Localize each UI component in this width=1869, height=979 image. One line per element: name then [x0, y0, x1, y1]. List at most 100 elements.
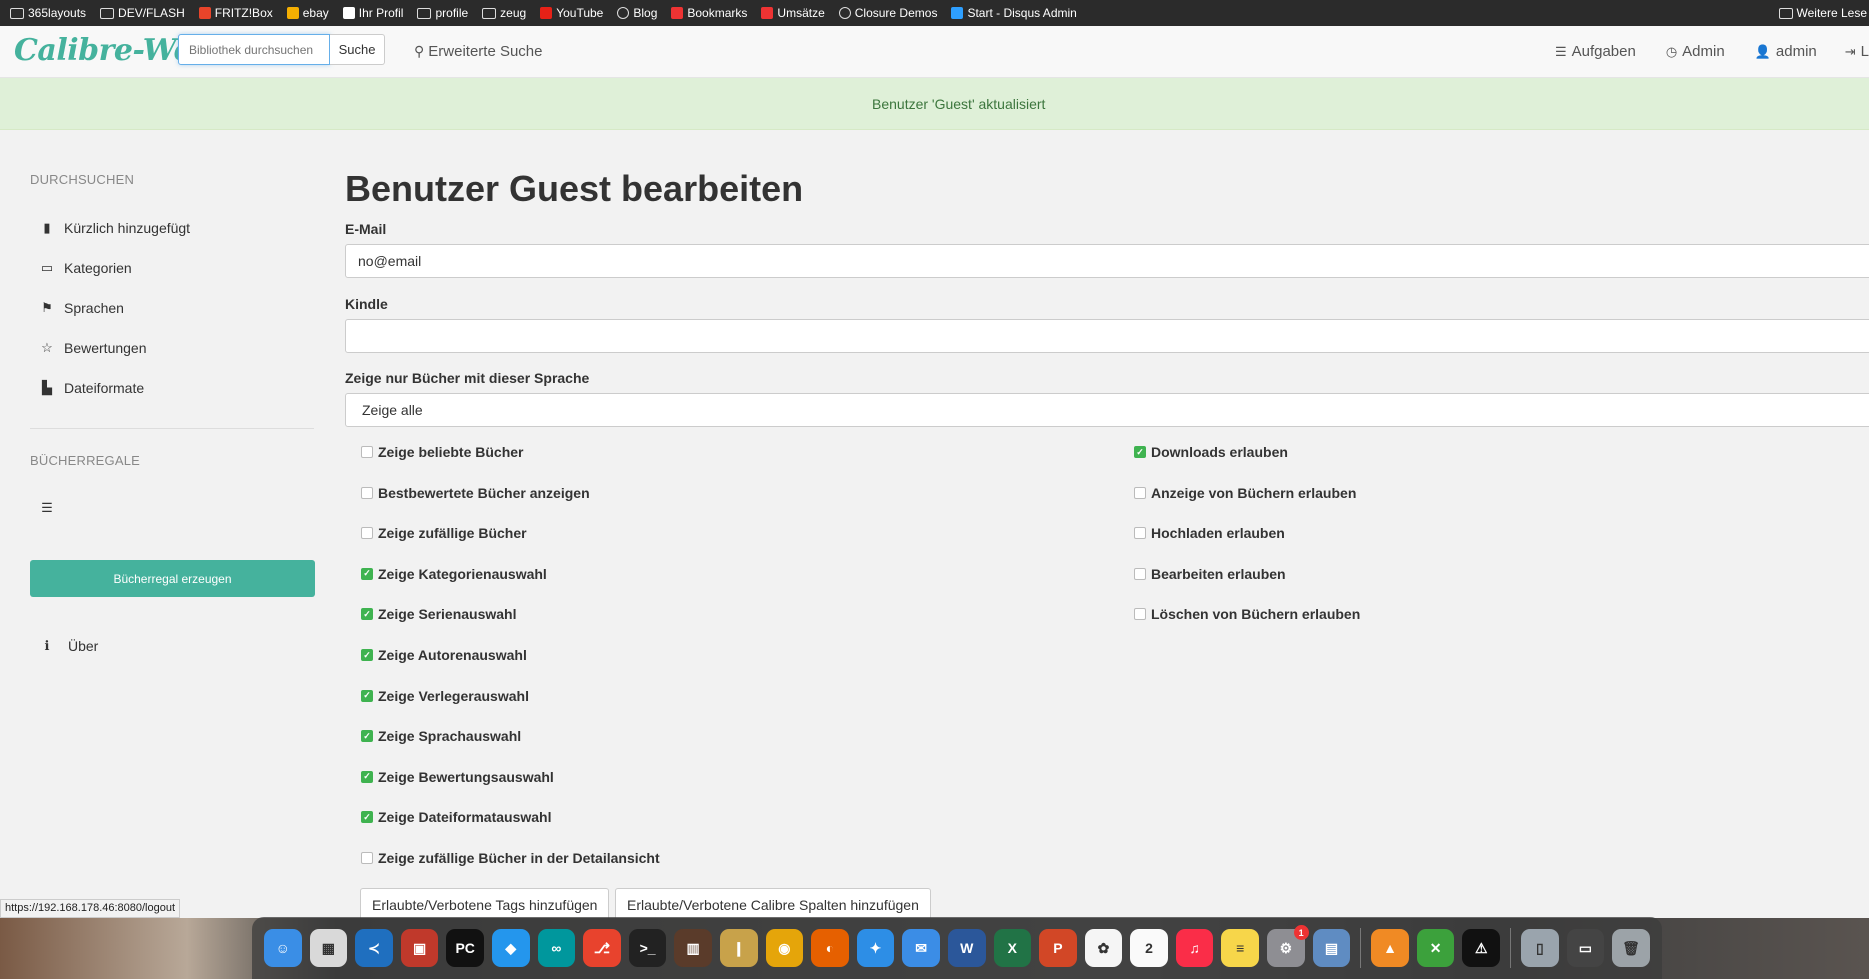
- vscode-icon[interactable]: ≺: [355, 929, 393, 967]
- bookmark-item[interactable]: profile: [417, 6, 468, 20]
- checkbox-checked[interactable]: ✓: [361, 811, 373, 824]
- word-icon[interactable]: W: [947, 929, 986, 967]
- permission-checkbox-row[interactable]: Zeige zufällige Bücher in der Detailansi…: [361, 850, 660, 866]
- other-bookmarks[interactable]: Weitere Lese: [1778, 0, 1869, 26]
- photos-icon[interactable]: ✿: [1084, 929, 1123, 967]
- sidebar-item-about[interactable]: ℹ Über: [40, 638, 99, 654]
- bookmark-item[interactable]: Closure Demos: [838, 6, 937, 20]
- permission-checkbox-row[interactable]: Löschen von Büchern erlauben: [1134, 606, 1360, 622]
- bookmark-item[interactable]: DEV/FLASH: [100, 6, 185, 20]
- checkbox-unchecked[interactable]: [1134, 527, 1146, 540]
- firefox-icon[interactable]: ◐: [811, 929, 849, 967]
- checkbox-checked[interactable]: ✓: [361, 770, 373, 783]
- permission-checkbox-row[interactable]: Bearbeiten erlauben: [1134, 566, 1286, 582]
- xcode-tool-icon[interactable]: ✕: [1416, 929, 1455, 967]
- bookmark-item[interactable]: Start - Disqus Admin: [951, 6, 1077, 20]
- email-field[interactable]: no@email: [345, 244, 1869, 278]
- checkbox-checked[interactable]: ✓: [361, 689, 373, 702]
- arduino-icon[interactable]: ∞: [537, 929, 576, 967]
- permission-checkbox-row[interactable]: ✓ Zeige Sprachauswahl: [361, 728, 521, 744]
- books-icon[interactable]: ❙: [719, 929, 758, 967]
- language-select[interactable]: Zeige alle: [345, 393, 1869, 427]
- checkbox-checked[interactable]: ✓: [361, 730, 373, 743]
- vlc-icon[interactable]: ▲: [1371, 929, 1409, 967]
- folder-icon: [417, 7, 432, 19]
- checkbox-unchecked[interactable]: [1134, 567, 1146, 580]
- bookmarks-icon: [671, 7, 684, 19]
- permission-checkbox-row[interactable]: ✓ Zeige Verlegerauswahl: [361, 688, 529, 704]
- calendar-icon[interactable]: 2: [1130, 929, 1168, 967]
- sidebar-divider: [30, 428, 314, 429]
- user-profile-link[interactable]: 👤 admin: [1755, 43, 1817, 60]
- create-shelf-button[interactable]: Bücherregal erzeugen: [30, 560, 315, 597]
- checkbox-unchecked[interactable]: [361, 527, 373, 540]
- remote-desktop-icon[interactable]: ▣: [400, 929, 439, 967]
- permission-checkbox-row[interactable]: Hochladen erlauben: [1134, 525, 1285, 541]
- powerpoint-icon[interactable]: P: [1039, 929, 1077, 967]
- checkbox-checked[interactable]: ✓: [1134, 446, 1146, 458]
- sidebar-item-recent[interactable]: ▮ Kürzlich hinzugefügt: [40, 220, 190, 236]
- chrome-icon[interactable]: ◉: [765, 929, 804, 967]
- bookmark-item[interactable]: ebay: [286, 6, 329, 20]
- clock-icon: ◷: [1665, 43, 1678, 59]
- excel-icon[interactable]: X: [993, 929, 1032, 967]
- sidebar-item-languages[interactable]: ⚑ Sprachen: [40, 300, 124, 316]
- launchpad-icon[interactable]: ▦: [309, 929, 348, 967]
- permission-checkbox-row[interactable]: ✓ Zeige Serienauswahl: [361, 606, 517, 622]
- bookmark-item[interactable]: Umsätze: [761, 6, 825, 20]
- terminal-icon[interactable]: >_: [628, 929, 667, 967]
- permission-checkbox-row[interactable]: ✓ Zeige Kategorienauswahl: [361, 566, 547, 582]
- sidebar-item-formats[interactable]: ▙ Dateiformate: [40, 380, 144, 396]
- bookmark-item[interactable]: 365layouts: [10, 6, 86, 20]
- tasks-link[interactable]: ☰ Aufgaben: [1555, 43, 1636, 60]
- advanced-search-link[interactable]: ⚲ Erweiterte Suche: [414, 43, 543, 60]
- system-preferences-icon[interactable]: ⚙ 1: [1267, 925, 1309, 967]
- permission-label: Zeige zufällige Bücher in der Detailansi…: [378, 850, 660, 866]
- logout-link[interactable]: ⇥ L: [1845, 43, 1869, 60]
- bookmark-item[interactable]: Ihr Profil: [342, 6, 403, 20]
- permission-checkbox-row[interactable]: Zeige zufällige Bücher: [361, 525, 527, 541]
- permission-checkbox-row[interactable]: ✓ Zeige Autorenauswahl: [361, 647, 527, 663]
- permission-checkbox-row[interactable]: Anzeige von Büchern erlauben: [1134, 485, 1356, 501]
- checkbox-unchecked[interactable]: [1134, 486, 1146, 499]
- library-search-input[interactable]: [178, 34, 330, 65]
- downloads-stack-icon[interactable]: ▭: [1566, 929, 1605, 967]
- mail-icon[interactable]: ✉: [902, 929, 940, 967]
- documents-folder-icon[interactable]: ▯: [1521, 929, 1559, 967]
- search-button[interactable]: Suche: [330, 34, 385, 65]
- checkbox-checked[interactable]: ✓: [361, 649, 373, 661]
- admin-link[interactable]: ◷ Admin: [1666, 43, 1725, 60]
- checkbox-unchecked[interactable]: [361, 852, 373, 864]
- checkbox-unchecked[interactable]: [361, 446, 373, 458]
- checkbox-checked[interactable]: ✓: [361, 567, 373, 580]
- bookmark-item[interactable]: YouTube: [540, 6, 603, 20]
- docker-icon[interactable]: ◆: [491, 929, 530, 967]
- bookmark-item[interactable]: zeug: [482, 6, 526, 20]
- safari-icon[interactable]: ✦: [856, 929, 895, 967]
- calibre-icon[interactable]: ▥: [674, 929, 712, 967]
- finder-icon[interactable]: ☺: [264, 929, 302, 967]
- trash-icon[interactable]: 🗑: [1612, 929, 1650, 967]
- checkbox-checked[interactable]: ✓: [361, 608, 373, 621]
- pycharm-icon[interactable]: PC: [446, 929, 484, 967]
- checkbox-unchecked[interactable]: [1134, 608, 1146, 621]
- console-icon[interactable]: ⚠: [1462, 929, 1501, 967]
- bookmark-item[interactable]: Bookmarks: [671, 6, 747, 20]
- sidebar-item-categories[interactable]: ▭ Kategorien: [40, 260, 132, 276]
- permission-checkbox-row[interactable]: ✓ Zeige Bewertungsauswahl: [361, 769, 554, 785]
- bookmark-item[interactable]: Blog: [617, 6, 657, 20]
- permission-checkbox-row[interactable]: Bestbewertete Bücher anzeigen: [361, 485, 590, 501]
- music-icon[interactable]: ♫: [1175, 929, 1214, 967]
- preview-icon[interactable]: ▤: [1312, 929, 1351, 967]
- shelves-list[interactable]: ☰: [40, 500, 64, 516]
- checkbox-unchecked[interactable]: [361, 486, 373, 499]
- folder-icon: [1778, 7, 1793, 19]
- permission-checkbox-row[interactable]: ✓ Downloads erlauben: [1134, 444, 1288, 460]
- git-icon[interactable]: ⎇: [583, 929, 621, 967]
- permission-checkbox-row[interactable]: ✓ Zeige Dateiformatauswahl: [361, 809, 552, 825]
- permission-checkbox-row[interactable]: Zeige beliebte Bücher: [361, 444, 523, 460]
- notes-icon[interactable]: ≡: [1221, 929, 1260, 967]
- kindle-field[interactable]: [345, 319, 1869, 353]
- bookmark-item[interactable]: FRITZ!Box: [198, 6, 273, 20]
- sidebar-item-ratings[interactable]: ☆ Bewertungen: [40, 340, 146, 356]
